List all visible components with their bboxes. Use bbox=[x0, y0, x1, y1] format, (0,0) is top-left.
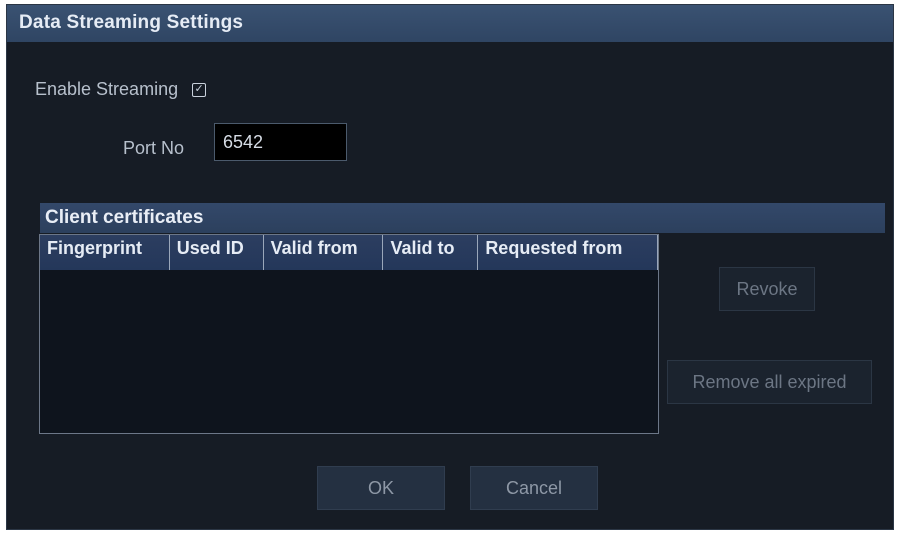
checkmark-icon: ✓ bbox=[194, 83, 204, 95]
client-certificates-table[interactable]: Fingerprint Used ID Valid from Valid to … bbox=[39, 234, 659, 434]
column-header-requested-from[interactable]: Requested from bbox=[478, 235, 659, 270]
cancel-button[interactable]: Cancel bbox=[470, 466, 598, 510]
enable-streaming-label: Enable Streaming bbox=[35, 79, 179, 99]
client-certificates-title: Client certificates bbox=[45, 207, 204, 228]
table-header: Fingerprint Used ID Valid from Valid to … bbox=[40, 235, 659, 270]
column-header-fingerprint[interactable]: Fingerprint bbox=[40, 235, 170, 270]
enable-streaming-row: Enable Streaming ✓ bbox=[35, 79, 207, 100]
port-no-field[interactable]: 6542 bbox=[214, 123, 347, 161]
data-streaming-settings-dialog: Data Streaming Settings Enable Streaming… bbox=[6, 4, 894, 530]
ok-button[interactable]: OK bbox=[317, 466, 445, 510]
column-header-used-id[interactable]: Used ID bbox=[170, 235, 264, 270]
dialog-title: Data Streaming Settings bbox=[19, 12, 244, 33]
column-header-valid-to[interactable]: Valid to bbox=[383, 235, 479, 270]
enable-streaming-checkbox[interactable]: ✓ bbox=[192, 82, 207, 97]
column-header-valid-from[interactable]: Valid from bbox=[264, 235, 384, 270]
port-no-label: Port No bbox=[123, 138, 185, 158]
table-body[interactable] bbox=[40, 270, 658, 433]
remove-all-expired-button[interactable]: Remove all expired bbox=[667, 360, 872, 404]
revoke-button[interactable]: Revoke bbox=[719, 267, 815, 311]
client-certificates-header: Client certificates bbox=[40, 203, 885, 233]
title-bar[interactable]: Data Streaming Settings bbox=[7, 5, 893, 42]
